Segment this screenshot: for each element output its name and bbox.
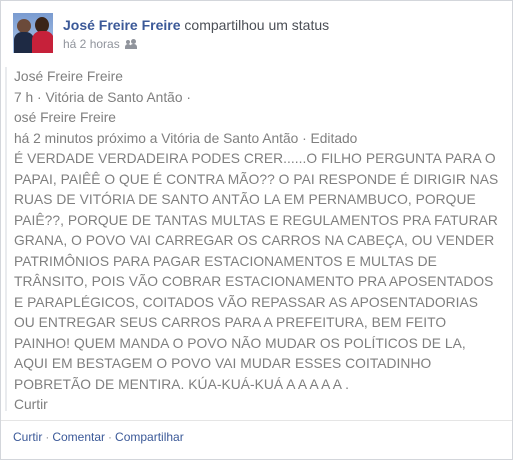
post-actions: Curtir · Comentar · Compartilhar: [1, 420, 512, 445]
author-name-link[interactable]: José Freire Freire: [63, 17, 181, 33]
post-header-text: José Freire Freire compartilhou um statu…: [63, 13, 329, 52]
separator: ·: [45, 430, 50, 444]
like-link[interactable]: Curtir: [13, 430, 42, 444]
avatar[interactable]: [13, 13, 53, 53]
shared-author[interactable]: José Freire Freire: [14, 67, 505, 88]
friends-icon[interactable]: [124, 39, 137, 49]
post-timestamp[interactable]: há 2 horas: [63, 36, 120, 52]
header-meta-line: há 2 horas: [63, 36, 329, 52]
status-text: É VERDADE VERDADEIRA PODES CRER......O F…: [14, 151, 499, 392]
comment-link[interactable]: Comentar: [52, 430, 105, 444]
header-title-line: José Freire Freire compartilhou um statu…: [63, 16, 329, 34]
shared-meta: 7 h · Vitória de Santo Antão ·: [14, 89, 191, 105]
status-share-card: José Freire Freire compartilhou um statu…: [0, 0, 513, 460]
original-meta: há 2 minutos próximo a Vitória de Santo …: [14, 130, 358, 146]
separator: ·: [108, 430, 113, 444]
share-link[interactable]: Compartilhar: [115, 430, 184, 444]
post-header: José Freire Freire compartilhou um statu…: [13, 13, 329, 53]
shared-like-link[interactable]: Curtir: [14, 395, 505, 416]
shared-status: José Freire Freire 7 h · Vitória de Sant…: [5, 67, 505, 412]
action-text: compartilhou um status: [184, 17, 330, 33]
original-author[interactable]: osé Freire Freire: [14, 108, 505, 129]
